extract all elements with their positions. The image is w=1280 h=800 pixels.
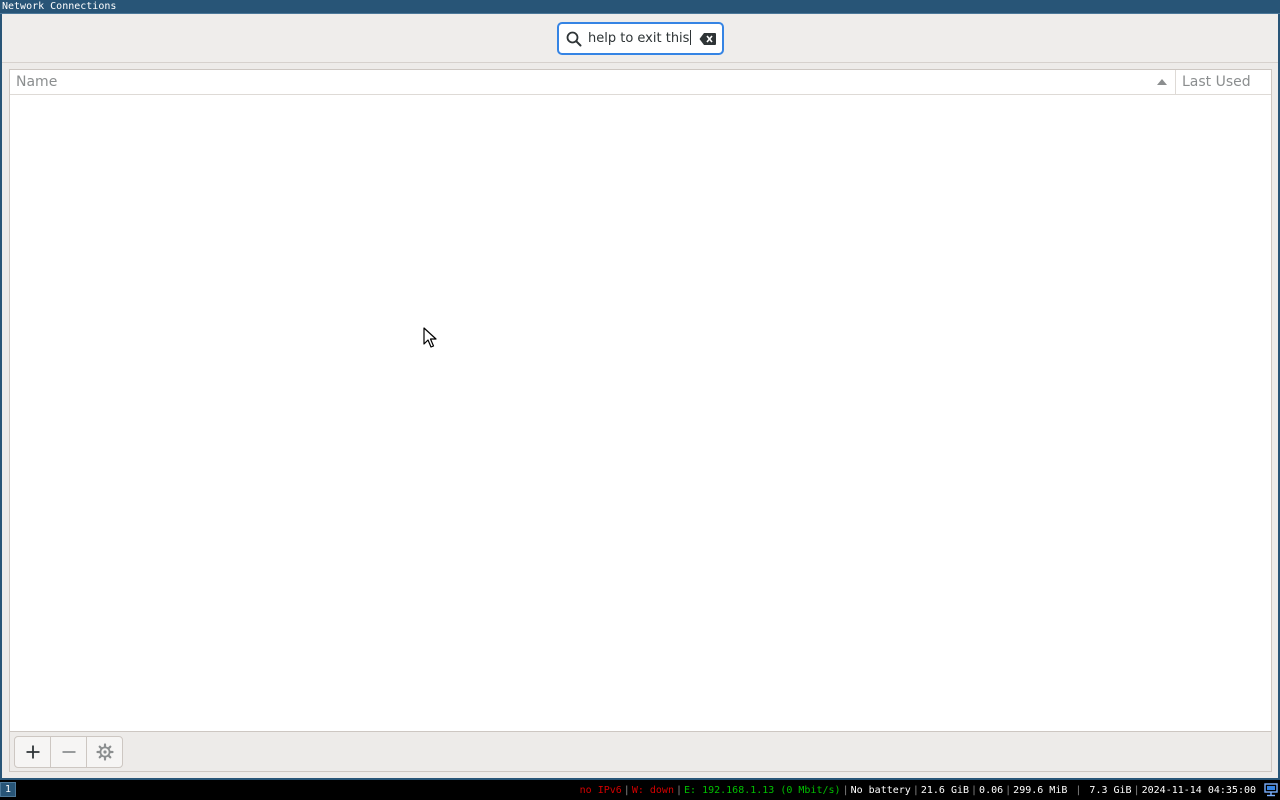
status-separator: |	[623, 785, 630, 796]
column-header-name[interactable]: Name	[10, 70, 1176, 94]
header-bar: help to exit this	[2, 14, 1278, 63]
desktop: Network Connections help to exit this Na…	[0, 0, 1280, 800]
connection-settings-button[interactable]	[87, 737, 122, 767]
mouse-pointer-icon	[423, 327, 437, 348]
window-titlebar[interactable]: Network Connections	[0, 0, 1280, 14]
status-items: no IPv6 | W: down | E: 192.168.1.13 (0 M…	[580, 783, 1256, 798]
remove-connection-button[interactable]	[51, 737, 87, 767]
sort-ascending-icon	[1157, 79, 1167, 85]
search-entry[interactable]: help to exit this	[557, 22, 724, 55]
status-wireless: W: down	[631, 785, 674, 796]
status-separator: |	[842, 785, 849, 796]
status-clock: 2024-11-14 04:35:00	[1141, 785, 1256, 796]
workspace-button[interactable]: 1	[0, 782, 16, 797]
text-caret	[690, 30, 692, 45]
status-memory-used: 299.6 MiB	[1013, 785, 1068, 796]
list-toolbar	[9, 732, 1272, 772]
toolbar-button-group	[14, 736, 123, 768]
status-load: 0.06	[979, 785, 1004, 796]
search-icon	[566, 31, 582, 47]
list-header: Name Last Used	[10, 70, 1271, 95]
status-separator: |	[1005, 785, 1012, 796]
search-input[interactable]: help to exit this	[588, 30, 692, 48]
column-label-last-used: Last Used	[1182, 74, 1251, 90]
window-title: Network Connections	[2, 1, 117, 12]
remove-connection-icon	[62, 751, 75, 753]
status-separator: |	[1069, 785, 1088, 796]
gear-icon	[95, 743, 114, 761]
status-ipv6: no IPv6	[579, 785, 622, 796]
status-disk: 21.6 GiB	[920, 785, 970, 796]
status-ethernet: E: 192.168.1.13 (0 Mbit/s)	[684, 785, 841, 796]
network-connections-window: help to exit this Name Last Used	[0, 14, 1280, 780]
status-separator: |	[1133, 785, 1140, 796]
clear-text-icon[interactable]	[699, 32, 717, 46]
status-memory-free: 7.3 GiB	[1089, 785, 1132, 796]
network-tray-icon[interactable]	[1264, 783, 1278, 797]
status-separator: |	[675, 785, 683, 796]
status-battery: No battery	[850, 785, 911, 796]
connections-list[interactable]: Name Last Used	[9, 69, 1272, 732]
add-connection-icon	[26, 745, 39, 759]
status-separator: |	[912, 785, 919, 796]
add-connection-button[interactable]	[15, 737, 51, 767]
status-separator: |	[971, 785, 978, 796]
status-bar: 1 no IPv6 | W: down | E: 192.168.1.13 (0…	[0, 780, 1280, 800]
column-label-name: Name	[16, 74, 58, 90]
column-header-last-used[interactable]: Last Used	[1176, 70, 1271, 94]
